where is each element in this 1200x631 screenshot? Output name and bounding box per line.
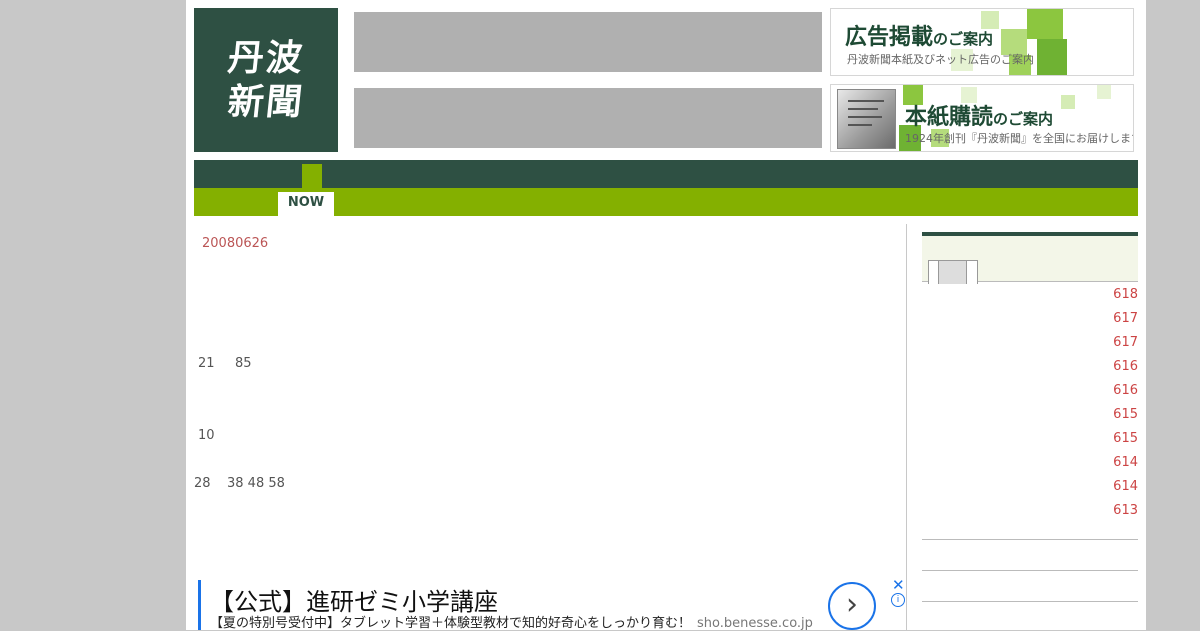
- ad-domain[interactable]: sho.benesse.co.jp: [697, 616, 813, 631]
- banner-title: 本紙購読のご案内: [905, 99, 1053, 131]
- decor-square: [1061, 95, 1075, 109]
- sidebar-divider: [922, 570, 1138, 571]
- logo-line2: 新聞: [225, 81, 307, 123]
- banner-title-sub: のご案内: [993, 110, 1054, 128]
- newspaper-image: [837, 89, 896, 149]
- sidebar-divider: [922, 601, 1138, 602]
- chevron-right-icon[interactable]: ›: [828, 582, 876, 630]
- ad-slot-bottom[interactable]: [354, 88, 822, 148]
- decor-square: [1037, 39, 1067, 75]
- close-icon[interactable]: ✕: [892, 576, 905, 594]
- sidebar-item[interactable]: 618: [922, 284, 1138, 308]
- nav-marker: [302, 164, 322, 188]
- decor-square: [1097, 85, 1111, 99]
- info-icon[interactable]: i: [891, 593, 905, 607]
- banner-title: 広告掲載のご案内: [845, 19, 993, 51]
- sidebar-item[interactable]: 617: [922, 332, 1138, 356]
- banner-subtitle: 丹波新聞本紙及びネット広告のご案内: [847, 53, 1034, 66]
- sidebar-item[interactable]: 617: [922, 308, 1138, 332]
- sidebar-divider: [922, 539, 1138, 540]
- ad-description-text: 【夏の特別号受付中】タブレット学習＋体験型教材で知的好奇心をしっかり育む！: [210, 616, 692, 631]
- sidebar-item[interactable]: 616: [922, 356, 1138, 380]
- sidebar-tab[interactable]: [938, 260, 968, 284]
- sidebar-item[interactable]: 613: [922, 500, 1138, 524]
- sidebar-list: 618 617 617 616 616 615 615 614 614 613: [922, 284, 1138, 524]
- text-ad[interactable]: 【公式】進研ゼミ小学講座 【夏の特別号受付中】タブレット学習＋体験型教材で知的好…: [196, 576, 908, 631]
- logo-line1: 丹波: [225, 37, 307, 79]
- banner-title-sub: のご案内: [933, 30, 994, 48]
- sidebar-item[interactable]: 615: [922, 428, 1138, 452]
- main-nav: [194, 160, 1138, 188]
- article-text-2: 10: [198, 428, 215, 443]
- ad-accent-bar: [198, 580, 201, 630]
- article-text-3a: 28: [194, 476, 211, 491]
- subscription-banner[interactable]: 本紙購読のご案内 1924年創刊『丹波新聞』を全国にお届けします。: [830, 84, 1134, 152]
- sidebar-tab[interactable]: [966, 260, 978, 284]
- tab-now[interactable]: NOW: [278, 192, 334, 216]
- banner-title-main: 本紙購読: [905, 105, 994, 130]
- sidebar-item[interactable]: 614: [922, 476, 1138, 500]
- site-logo[interactable]: 丹波 新聞: [194, 8, 338, 152]
- banner-subtitle: 1924年創刊『丹波新聞』を全国にお届けします。: [905, 132, 1134, 145]
- ad-slot-top[interactable]: [354, 12, 822, 72]
- article-text-1b: 85: [235, 356, 252, 371]
- article-date[interactable]: 20080626: [202, 236, 268, 251]
- sidebar-header: [922, 232, 1138, 284]
- sub-nav: NOW: [194, 188, 1138, 216]
- banner-title-main: 広告掲載: [845, 25, 934, 50]
- column-divider: [906, 224, 907, 630]
- page: 丹波 新聞 広告掲載のご案内 丹波新聞本紙及びネット広告のご案内 本紙購読のご案…: [186, 0, 1146, 631]
- sidebar-item[interactable]: 616: [922, 380, 1138, 404]
- sidebar-item[interactable]: 615: [922, 404, 1138, 428]
- article-text-1a: 21: [198, 356, 215, 371]
- ad-info-banner[interactable]: 広告掲載のご案内 丹波新聞本紙及びネット広告のご案内: [830, 8, 1134, 76]
- ad-description: 【夏の特別号受付中】タブレット学習＋体験型教材で知的好奇心をしっかり育む！ sho…: [210, 612, 813, 631]
- decor-square: [1027, 9, 1063, 39]
- article-text-3b: 38 48 58: [227, 476, 285, 491]
- sidebar-item[interactable]: 614: [922, 452, 1138, 476]
